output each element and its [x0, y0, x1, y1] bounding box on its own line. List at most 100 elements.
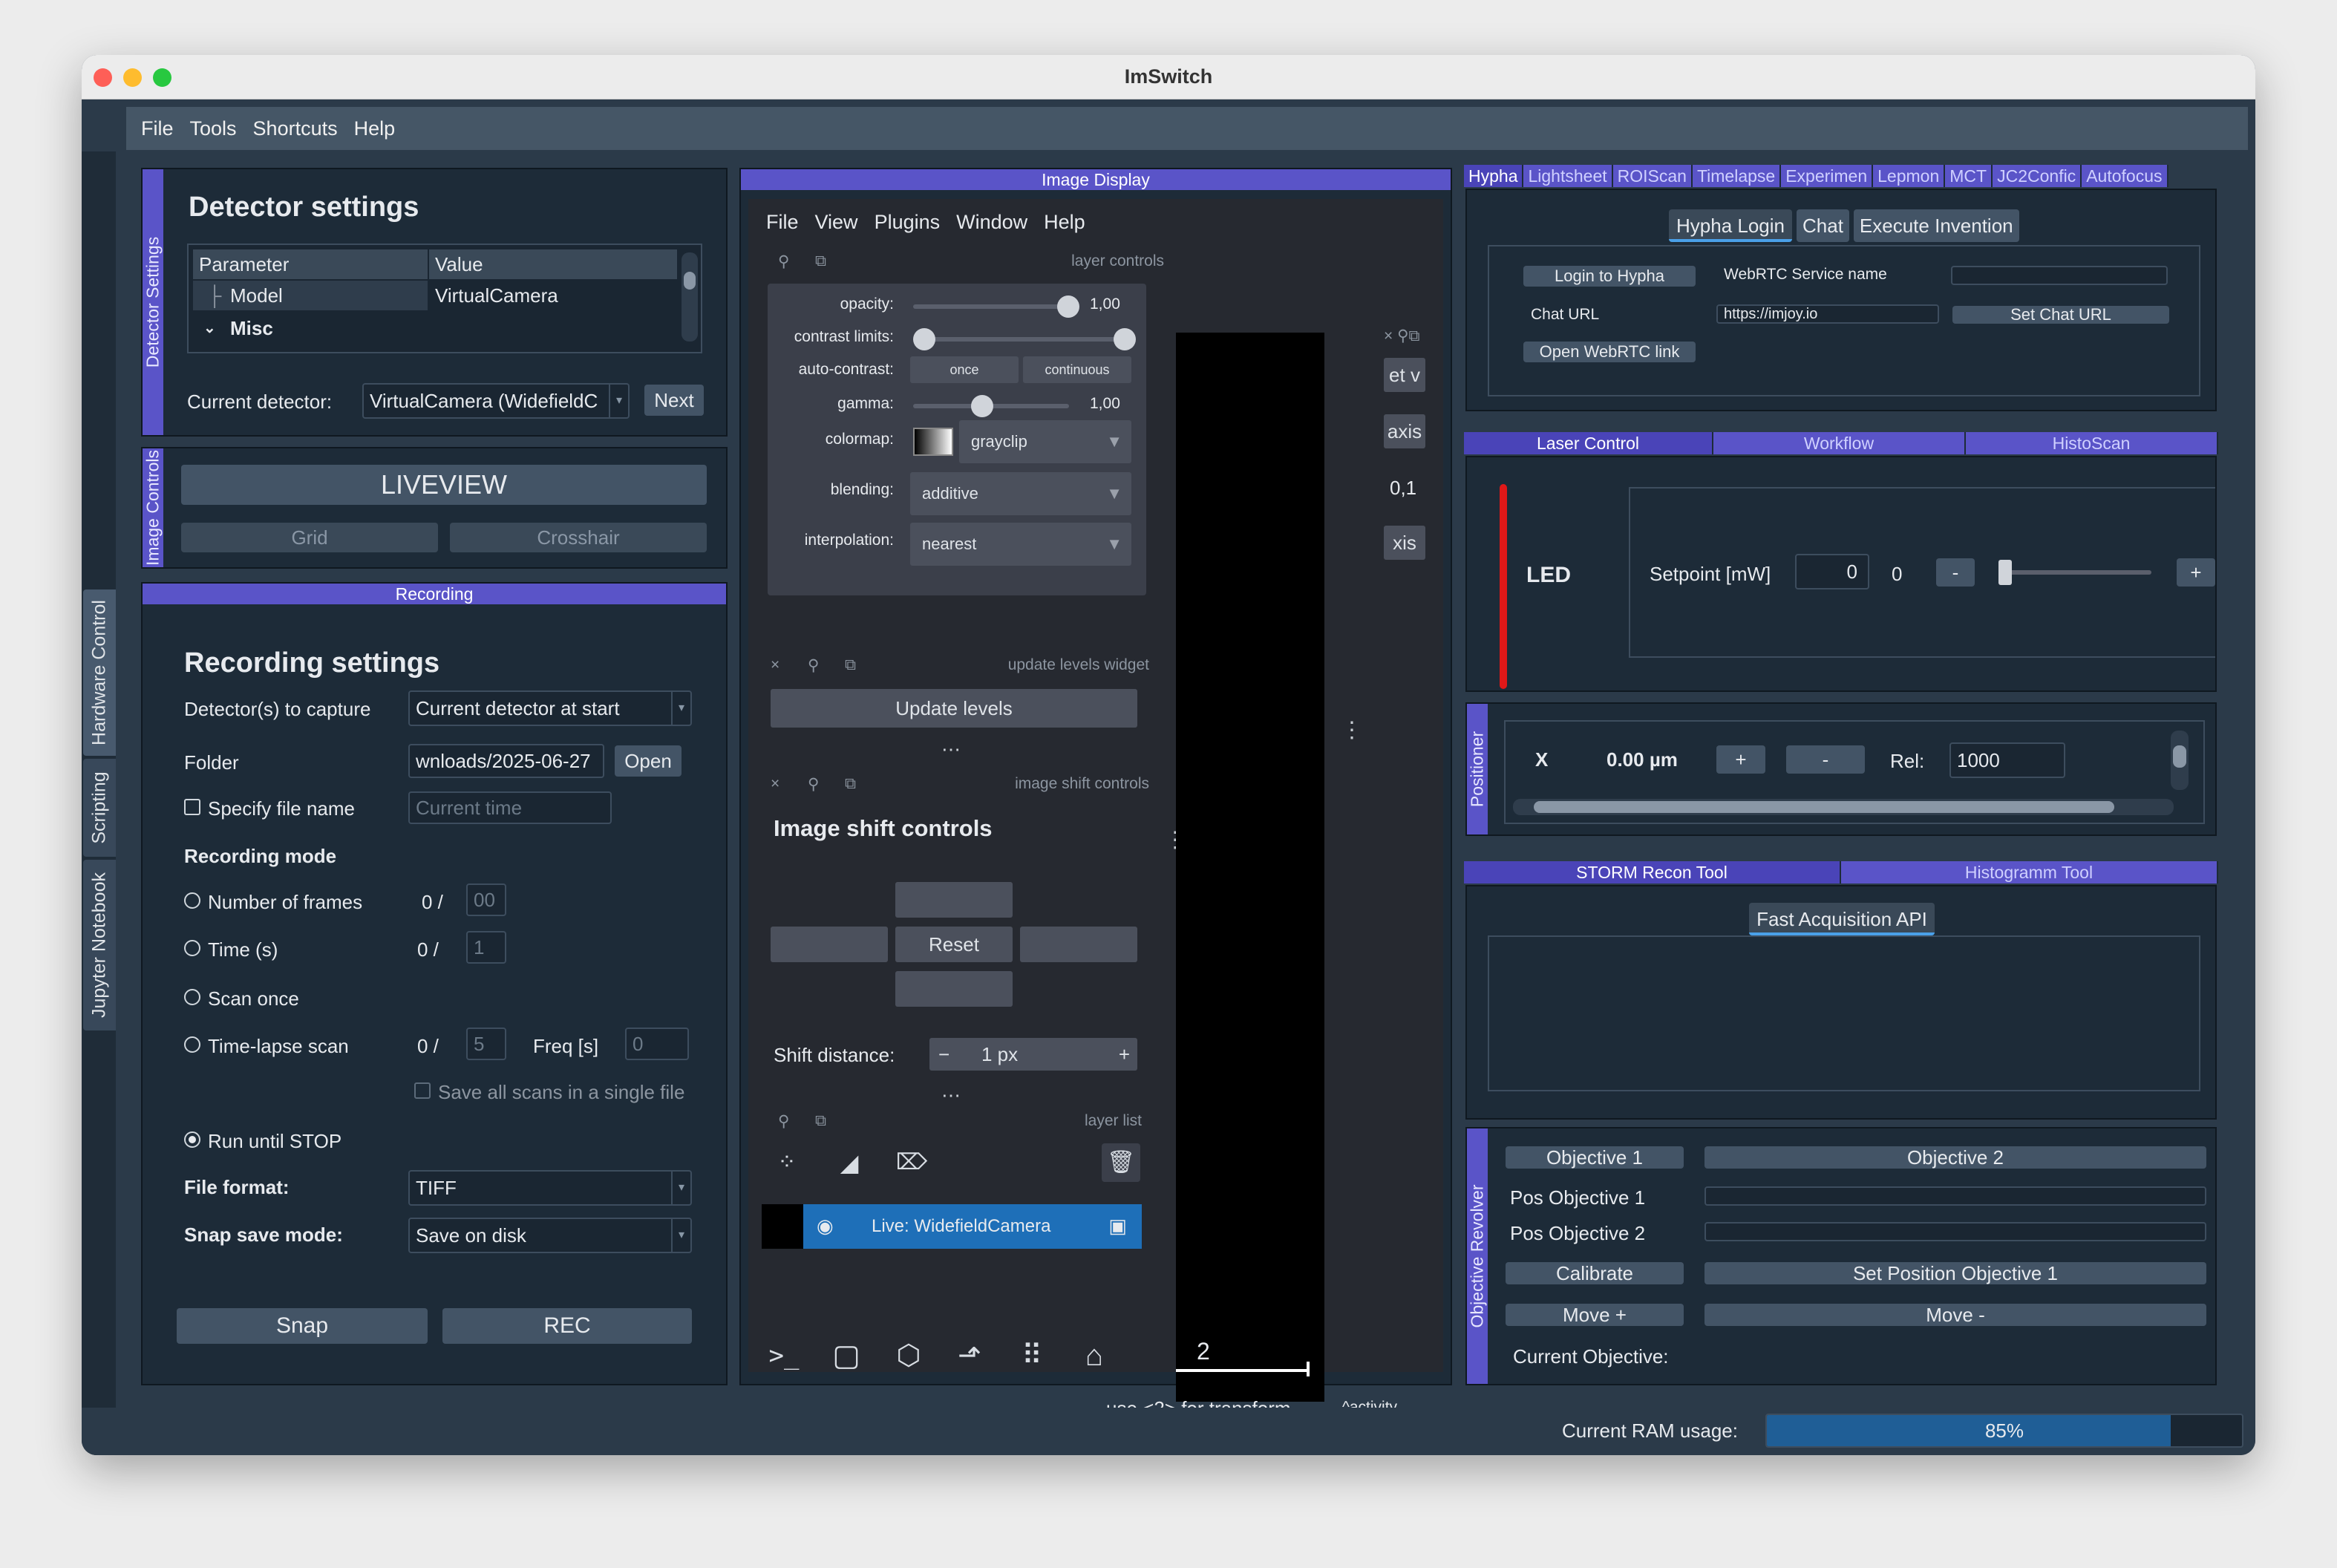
- subtab-chat[interactable]: Chat: [1797, 209, 1849, 242]
- new-shapes-layer-icon[interactable]: ◢: [830, 1143, 869, 1182]
- float-icon[interactable]: ⧉: [845, 775, 856, 793]
- eye-icon[interactable]: ◉: [817, 1215, 834, 1238]
- colormap-select[interactable]: grayclip ▼: [959, 420, 1131, 463]
- table-group-misc[interactable]: ⌄ Misc: [193, 313, 428, 343]
- rel-step-input[interactable]: 1000: [1949, 742, 2065, 778]
- napari-menu-view[interactable]: View: [815, 211, 858, 234]
- laser-power-slider[interactable]: [1998, 570, 2151, 575]
- snap-mode-select[interactable]: Save on disk ▾: [408, 1218, 692, 1253]
- laser-minus-button[interactable]: -: [1936, 558, 1975, 587]
- specify-filename-checkbox[interactable]: [184, 799, 200, 815]
- save-all-checkbox[interactable]: [414, 1082, 431, 1099]
- tab-hypha[interactable]: Hypha: [1464, 165, 1524, 187]
- more-icon[interactable]: ⋯: [941, 1084, 961, 1107]
- grid-button[interactable]: Grid: [181, 523, 438, 552]
- laser-plus-button[interactable]: +: [2177, 558, 2215, 587]
- menu-tools[interactable]: Tools: [184, 117, 243, 140]
- more-icon[interactable]: ⋯: [941, 738, 961, 761]
- scan-once-radio[interactable]: [184, 989, 200, 1005]
- shift-left-button[interactable]: [771, 927, 888, 962]
- dims-label-4[interactable]: xis: [1384, 526, 1425, 560]
- tab-lightsheet[interactable]: Lightsheet: [1523, 165, 1613, 187]
- pin-icon[interactable]: ⚲: [778, 1112, 789, 1131]
- step-plus-button[interactable]: +: [1716, 745, 1765, 774]
- open-folder-button[interactable]: Open: [615, 745, 682, 777]
- calibrate-button[interactable]: Calibrate: [1506, 1262, 1684, 1284]
- tab-hardware-control[interactable]: Hardware Control: [83, 589, 116, 756]
- laser-power-handle[interactable]: [1998, 560, 2012, 585]
- blending-select[interactable]: additive ▼: [910, 472, 1131, 515]
- update-levels-button[interactable]: Update levels: [771, 689, 1137, 728]
- table-row-model-param[interactable]: ├ Model: [193, 281, 428, 310]
- freq-input[interactable]: 0: [625, 1028, 689, 1060]
- pos-objective-2-input[interactable]: [1704, 1222, 2206, 1241]
- snap-button[interactable]: Snap: [177, 1308, 428, 1344]
- positioner-vscroll[interactable]: [2171, 731, 2189, 790]
- close-icon[interactable]: × ⚲⧉: [1384, 327, 1419, 344]
- timelapse-radio[interactable]: [184, 1036, 200, 1053]
- tab-roiscan[interactable]: ROIScan: [1612, 165, 1693, 187]
- tab-autofocus[interactable]: Autofocus: [2082, 165, 2168, 187]
- menu-shortcuts[interactable]: Shortcuts: [247, 117, 344, 140]
- shift-down-button[interactable]: [895, 971, 1013, 1007]
- subtab-fast-acquisition[interactable]: Fast Acquisition API: [1749, 903, 1935, 935]
- folder-field[interactable]: wnloads/2025-06-27: [408, 744, 604, 778]
- auto-contrast-once-button[interactable]: once: [910, 356, 1019, 383]
- image-canvas[interactable]: 2: [1176, 333, 1324, 1402]
- table-scrollbar[interactable]: [682, 252, 698, 342]
- shift-right-button[interactable]: [1020, 927, 1137, 962]
- pin-icon[interactable]: ⚲: [778, 252, 789, 271]
- scrollbar-thumb[interactable]: [1534, 801, 2114, 813]
- napari-menu-file[interactable]: File: [766, 211, 799, 234]
- rec-button[interactable]: REC: [442, 1308, 692, 1344]
- delete-layer-icon[interactable]: 🗑: [1102, 1143, 1140, 1182]
- move-minus-button[interactable]: Move -: [1704, 1304, 2206, 1326]
- tab-workflow[interactable]: Workflow: [1713, 432, 1966, 454]
- set-position-objective-1-button[interactable]: Set Position Objective 1: [1704, 1262, 2206, 1284]
- menu-file[interactable]: File: [135, 117, 180, 140]
- tab-scripting[interactable]: Scripting: [83, 759, 116, 857]
- close-icon[interactable]: ×: [771, 656, 779, 674]
- interpolation-select[interactable]: nearest ▼: [910, 523, 1131, 566]
- objective-2-button[interactable]: Objective 2: [1704, 1146, 2206, 1169]
- shift-distance-spinbox[interactable]: − 1 px +: [929, 1038, 1137, 1071]
- time-input[interactable]: 1: [466, 931, 506, 964]
- timelapse-input[interactable]: 5: [466, 1028, 506, 1060]
- float-icon[interactable]: ⧉: [815, 252, 826, 270]
- napari-menu-window[interactable]: Window: [956, 211, 1027, 234]
- tab-storm-recon[interactable]: STORM Recon Tool: [1464, 861, 1841, 883]
- napari-menu-plugins[interactable]: Plugins: [875, 211, 941, 234]
- menu-help[interactable]: Help: [348, 117, 402, 140]
- filename-input[interactable]: Current time: [408, 791, 612, 824]
- pin-icon[interactable]: ⚲: [808, 775, 819, 794]
- tab-jupyter-notebook[interactable]: Jupyter Notebook: [83, 860, 116, 1030]
- subtab-hypha-login[interactable]: Hypha Login: [1669, 209, 1792, 242]
- crosshair-button[interactable]: Crosshair: [450, 523, 707, 552]
- current-detector-select[interactable]: VirtualCamera (WidefieldC ▾: [362, 383, 630, 419]
- contrast-low-handle[interactable]: [913, 328, 935, 350]
- positioner-hscroll[interactable]: [1513, 799, 2174, 815]
- opacity-slider[interactable]: [913, 304, 1069, 309]
- close-button[interactable]: [94, 68, 112, 87]
- roll-dims-icon[interactable]: ⬡: [888, 1335, 929, 1376]
- contrast-high-handle[interactable]: [1114, 328, 1136, 350]
- liveview-button[interactable]: LIVEVIEW: [181, 465, 707, 505]
- move-plus-button[interactable]: Move +: [1506, 1304, 1684, 1326]
- ndisplay-toggle-icon[interactable]: ▢: [826, 1335, 867, 1376]
- minus-icon[interactable]: −: [938, 1038, 949, 1071]
- login-hypha-button[interactable]: Login to Hypha: [1523, 266, 1696, 287]
- next-detector-button[interactable]: Next: [644, 385, 704, 416]
- tab-mct[interactable]: MCT: [1945, 165, 1993, 187]
- table-row-model-value[interactable]: VirtualCamera: [429, 281, 677, 310]
- run-until-stop-radio[interactable]: [184, 1131, 200, 1148]
- pos-objective-1-input[interactable]: [1704, 1186, 2206, 1206]
- plus-icon[interactable]: +: [1119, 1038, 1130, 1071]
- tab-timelapse[interactable]: Timelapse: [1692, 165, 1782, 187]
- transpose-icon[interactable]: ⬏: [949, 1335, 990, 1376]
- opacity-slider-handle[interactable]: [1057, 295, 1079, 318]
- open-webrtc-button[interactable]: Open WebRTC link: [1523, 342, 1696, 362]
- subtab-execute-invention[interactable]: Execute Invention: [1853, 209, 2019, 242]
- auto-contrast-continuous-button[interactable]: continuous: [1023, 356, 1131, 383]
- layer-row-live-widefield[interactable]: ◉ Live: WidefieldCamera ▣: [762, 1204, 1142, 1249]
- shift-up-button[interactable]: [895, 882, 1013, 918]
